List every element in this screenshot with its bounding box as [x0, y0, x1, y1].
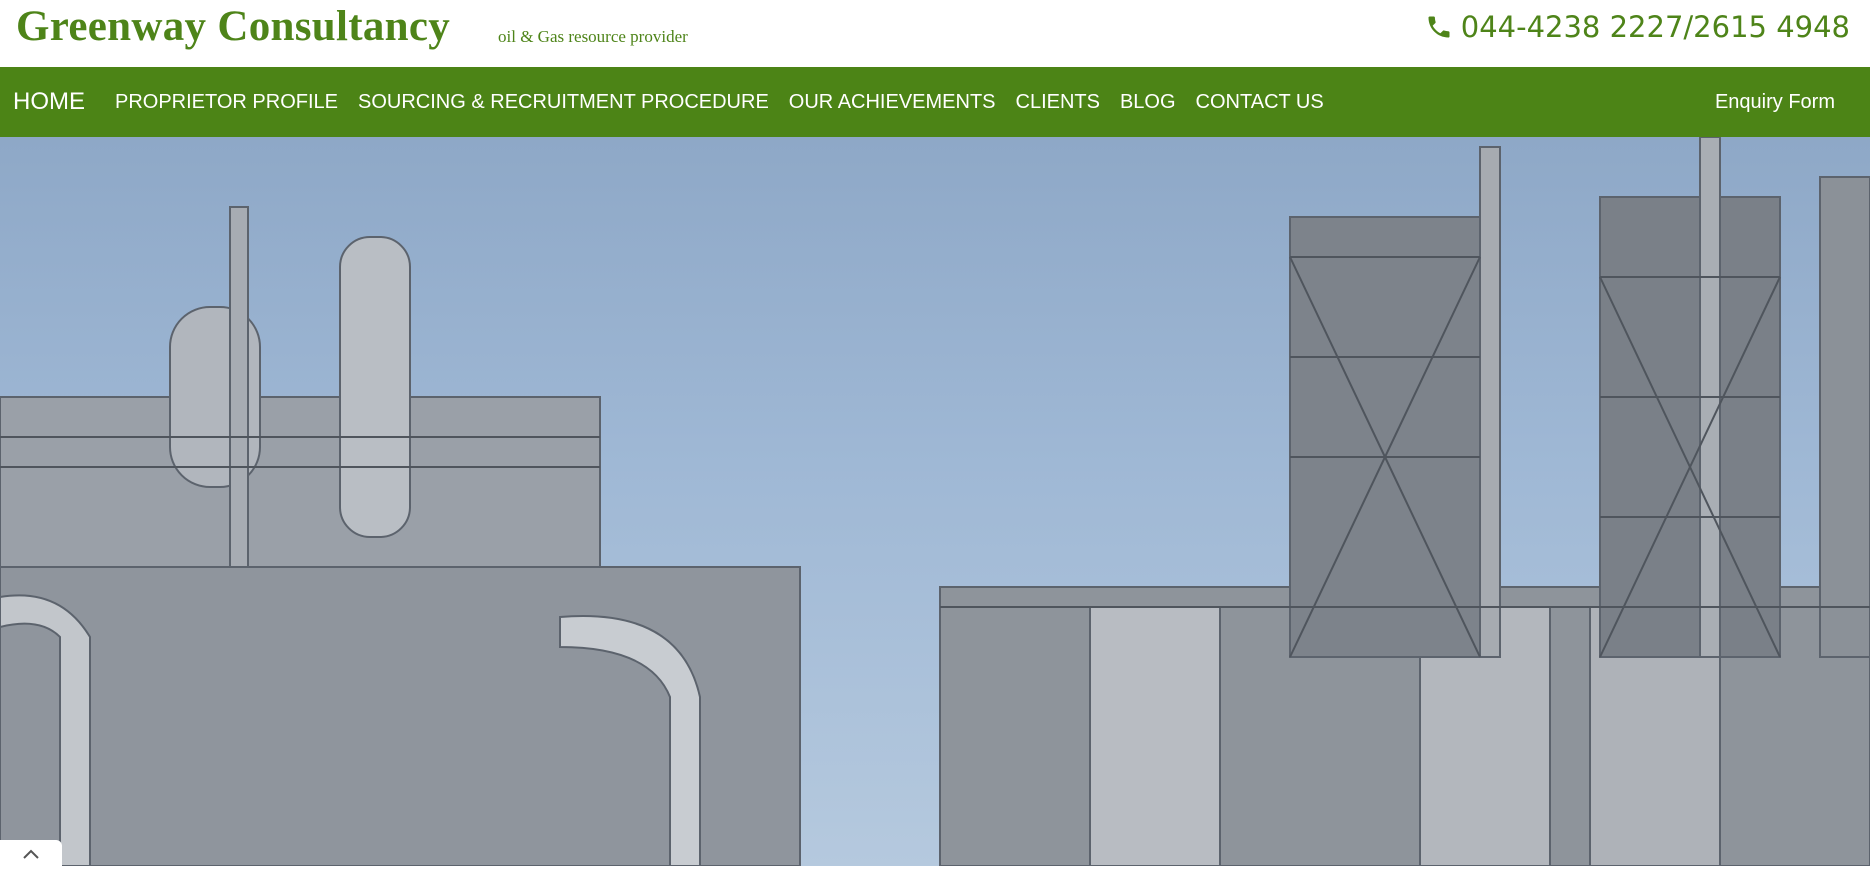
phone-contact[interactable]: 044-4238 2227/2615 4948: [1425, 10, 1850, 44]
refinery-illustration: [0, 137, 1870, 866]
phone-number[interactable]: 044-4238 2227/2615 4948: [1461, 10, 1850, 44]
phone-icon: [1425, 13, 1453, 41]
hero-banner: [0, 137, 1870, 866]
scroll-to-top-button[interactable]: [0, 840, 62, 871]
nav-enquiry-form[interactable]: Enquiry Form: [1715, 67, 1835, 137]
nav-clients[interactable]: CLIENTS: [1016, 91, 1100, 114]
nav-proprietor-profile[interactable]: PROPRIETOR PROFILE: [115, 91, 338, 114]
site-logo-title[interactable]: Greenway Consultancy: [16, 2, 450, 51]
nav-sourcing-recruitment[interactable]: SOURCING & RECRUITMENT PROCEDURE: [358, 91, 769, 114]
site-tagline: oil & Gas resource provider: [498, 27, 688, 46]
chevron-up-icon: [22, 847, 40, 865]
nav-blog[interactable]: BLOG: [1120, 91, 1176, 114]
main-navigation: HOME PROPRIETOR PROFILE SOURCING & RECRU…: [0, 67, 1870, 137]
nav-contact-us[interactable]: CONTACT US: [1196, 91, 1324, 114]
nav-our-achievements[interactable]: OUR ACHIEVEMENTS: [789, 91, 996, 114]
nav-home[interactable]: HOME: [13, 88, 85, 116]
site-header: Greenway Consultancy oil & Gas resource …: [0, 0, 1870, 67]
